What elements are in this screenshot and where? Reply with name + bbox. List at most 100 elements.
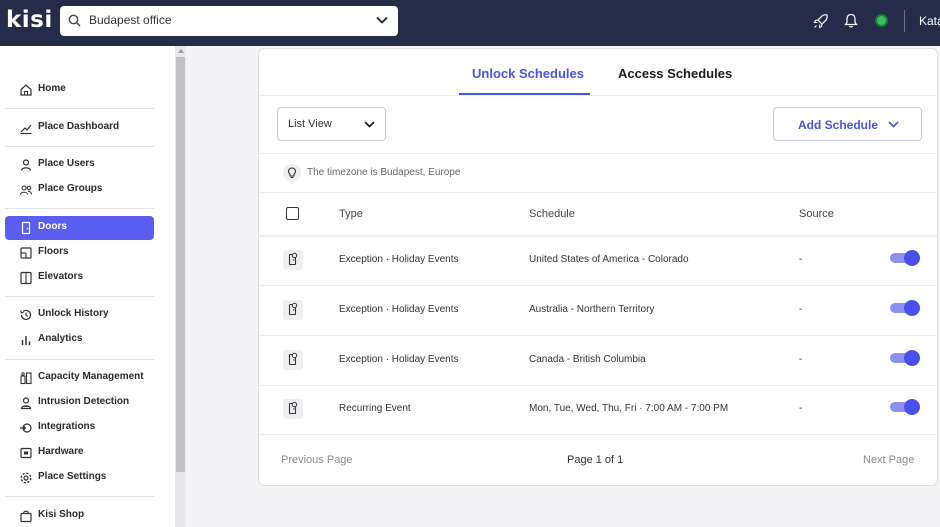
row-type: Exception · Holiday Events (339, 354, 459, 365)
place-selector[interactable]: Budapest office (60, 6, 398, 36)
toggle-knob (904, 300, 920, 316)
door-icon (21, 221, 31, 235)
rocket-icon[interactable] (813, 13, 829, 29)
toggle-knob (904, 250, 920, 266)
divider (259, 153, 937, 154)
capacity-icon (20, 372, 32, 385)
add-schedule-label: Add Schedule (798, 118, 879, 132)
divider (259, 192, 937, 193)
row-type: Exception · Holiday Events (339, 304, 459, 315)
sidebar-item-place-dashboard[interactable]: Place Dashboard (5, 116, 154, 140)
integrations-icon (20, 423, 32, 433)
sidebar-item-label: Elevators (38, 271, 84, 282)
door-schedule-icon (283, 300, 303, 320)
schedule-toggle[interactable] (890, 250, 920, 266)
sidebar-item-intrusion-detection[interactable]: Intrusion Detection (5, 391, 154, 415)
layers-icon (20, 247, 32, 259)
page-indicator: Page 1 of 1 (567, 454, 624, 466)
sidebar-item-label: Capacity Management (38, 371, 144, 382)
top-bar: kisi Budapest office Kata (0, 0, 940, 46)
add-schedule-button[interactable]: Add Schedule (773, 107, 922, 141)
sidebar-item-label: Unlock History (38, 308, 109, 319)
bell-icon[interactable] (844, 13, 858, 29)
sidebar-item-kisi-shop[interactable]: Kisi Shop (5, 504, 154, 527)
row-source: - (799, 403, 803, 414)
row-schedule: Canada - British Columbia (529, 354, 646, 365)
scroll-up-arrow-icon[interactable] (178, 49, 184, 53)
sidebar-item-label: Place Settings (38, 471, 107, 482)
row-type: Recurring Event (339, 403, 411, 414)
tab-unlock-schedules[interactable]: Unlock Schedules (472, 66, 584, 81)
next-page-button[interactable]: Next Page (863, 454, 914, 466)
schedule-toggle[interactable] (890, 399, 920, 415)
sidebar-divider (5, 296, 154, 297)
toggle-knob (904, 399, 920, 415)
sidebar-item-integrations[interactable]: Integrations (5, 416, 154, 440)
sidebar-item-capacity-management[interactable]: Capacity Management (5, 366, 154, 390)
chevron-down-icon (364, 121, 375, 128)
sidebar-divider (5, 496, 154, 497)
sidebar-item-unlock-history[interactable]: Unlock History (5, 303, 154, 327)
sidebar-item-label: Hardware (38, 446, 84, 457)
sidebar-item-label: Place Dashboard (38, 121, 120, 132)
search-icon (68, 14, 81, 27)
sidebar-item-doors[interactable]: Doors (5, 216, 154, 240)
sidebar-divider (5, 208, 154, 209)
chevron-down-icon (888, 121, 899, 128)
status-online-icon (875, 14, 888, 27)
column-header-type[interactable]: Type (339, 208, 363, 220)
chart-line-icon (20, 124, 32, 135)
select-all-checkbox[interactable] (286, 207, 299, 220)
kisi-logo[interactable]: kisi (6, 7, 53, 33)
sidebar-item-floors[interactable]: Floors (5, 241, 154, 265)
scrollbar-thumb[interactable] (176, 57, 185, 472)
elevator-icon (20, 271, 32, 285)
gear-icon (20, 472, 32, 484)
sidebar-divider (5, 146, 154, 147)
sidebar-item-label: Place Users (38, 158, 95, 169)
user-menu[interactable]: Kata (919, 14, 940, 28)
sidebar-item-place-groups[interactable]: Place Groups (5, 178, 154, 202)
sidebar-item-label: Analytics (38, 333, 83, 344)
row-source: - (799, 254, 803, 265)
row-schedule: Australia - Northern Territory (529, 304, 655, 315)
sidebar-item-place-settings[interactable]: Place Settings (5, 466, 154, 490)
place-selector-value: Budapest office (89, 13, 172, 27)
sidebar: Home Place Dashboard Place Users Place G… (0, 46, 175, 527)
users-icon (19, 185, 33, 195)
divider (259, 434, 937, 435)
intrusion-icon (20, 397, 32, 410)
row-type: Exception · Holiday Events (339, 254, 459, 265)
row-source: - (799, 304, 803, 315)
sidebar-item-home[interactable]: Home (5, 78, 154, 102)
shop-icon (20, 510, 32, 523)
previous-page-button[interactable]: Previous Page (281, 454, 353, 466)
bar-chart-icon (21, 336, 31, 345)
divider (259, 95, 937, 96)
view-select-value: List View (288, 118, 332, 130)
sidebar-item-label: Place Groups (38, 183, 103, 194)
chevron-down-icon (376, 16, 388, 24)
sidebar-item-label: Intrusion Detection (38, 396, 130, 407)
sidebar-item-place-users[interactable]: Place Users (5, 153, 154, 177)
view-select[interactable]: List View (277, 107, 386, 141)
table-row[interactable]: Exception · Holiday Events Australia - N… (259, 286, 937, 336)
column-header-schedule[interactable]: Schedule (529, 208, 575, 220)
schedule-toggle[interactable] (890, 300, 920, 316)
sidebar-item-label: Floors (38, 246, 69, 257)
toggle-knob (904, 350, 920, 366)
sidebar-item-hardware[interactable]: Hardware (5, 441, 154, 465)
table-row[interactable]: Exception · Holiday Events United States… (259, 236, 937, 286)
schedule-toggle[interactable] (890, 350, 920, 366)
column-header-source[interactable]: Source (799, 208, 834, 220)
tab-access-schedules[interactable]: Access Schedules (618, 66, 732, 81)
sidebar-item-label: Kisi Shop (38, 509, 85, 520)
sidebar-item-analytics[interactable]: Analytics (5, 328, 154, 352)
sidebar-scrollbar[interactable] (175, 46, 186, 527)
hardware-icon (20, 447, 32, 459)
sidebar-item-elevators[interactable]: Elevators (5, 266, 154, 290)
schedules-card: Unlock Schedules Access Schedules List V… (258, 48, 938, 486)
table-row[interactable]: Exception · Holiday Events Canada - Brit… (259, 336, 937, 386)
history-icon (20, 309, 32, 321)
table-row[interactable]: Recurring Event Mon, Tue, Wed, Thu, Fri … (259, 385, 937, 435)
